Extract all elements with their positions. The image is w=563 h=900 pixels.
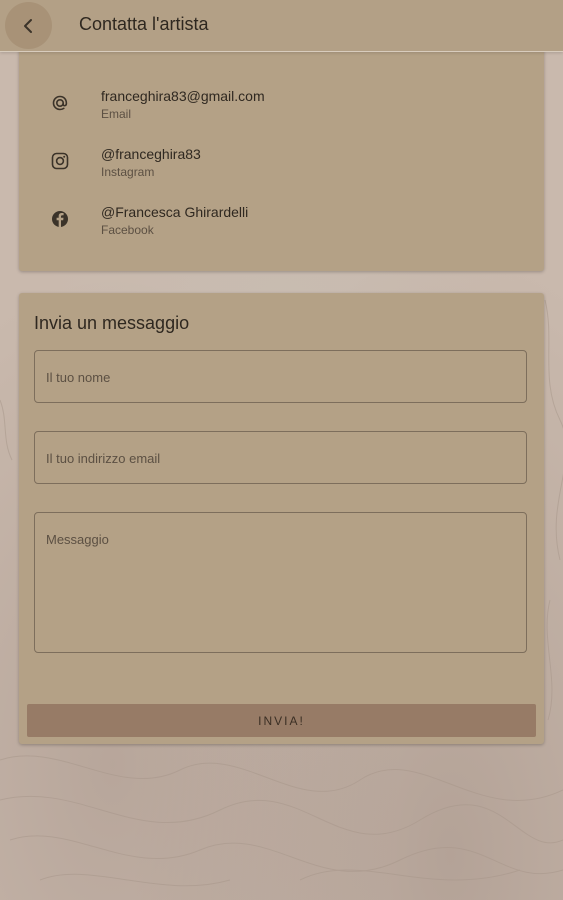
message-form-card: Invia un messaggio Il tuo nome Il tuo in… bbox=[19, 293, 544, 744]
facebook-value: @Francesca Ghirardelli bbox=[101, 204, 249, 220]
app-bar: Contatta l'artista bbox=[0, 0, 563, 52]
contact-email[interactable]: franceghira83@gmail.com Email bbox=[19, 88, 544, 132]
name-field[interactable]: Il tuo nome bbox=[34, 350, 527, 403]
message-placeholder: Messaggio bbox=[46, 532, 109, 547]
contact-facebook[interactable]: @Francesca Ghirardelli Facebook bbox=[19, 204, 544, 248]
page-title: Contatta l'artista bbox=[79, 14, 209, 34]
facebook-icon bbox=[49, 208, 71, 230]
form-title: Invia un messaggio bbox=[34, 313, 190, 333]
at-sign-icon bbox=[49, 92, 71, 114]
instagram-value: @franceghira83 bbox=[101, 146, 201, 162]
send-button[interactable]: INVIA! bbox=[27, 704, 536, 737]
email-value: franceghira83@gmail.com bbox=[101, 88, 265, 104]
back-button[interactable] bbox=[5, 2, 52, 49]
email-label: Email bbox=[101, 107, 132, 121]
instagram-icon bbox=[49, 150, 71, 172]
contacts-card: franceghira83@gmail.com Email @franceghi… bbox=[19, 30, 544, 271]
message-field[interactable]: Messaggio bbox=[34, 512, 527, 653]
email-field[interactable]: Il tuo indirizzo email bbox=[34, 431, 527, 484]
name-placeholder: Il tuo nome bbox=[46, 370, 111, 385]
arrow-back-icon bbox=[23, 18, 32, 33]
instagram-label: Instagram bbox=[101, 165, 155, 179]
email-placeholder: Il tuo indirizzo email bbox=[46, 451, 161, 466]
contact-instagram[interactable]: @franceghira83 Instagram bbox=[19, 146, 544, 190]
facebook-label: Facebook bbox=[101, 223, 154, 237]
